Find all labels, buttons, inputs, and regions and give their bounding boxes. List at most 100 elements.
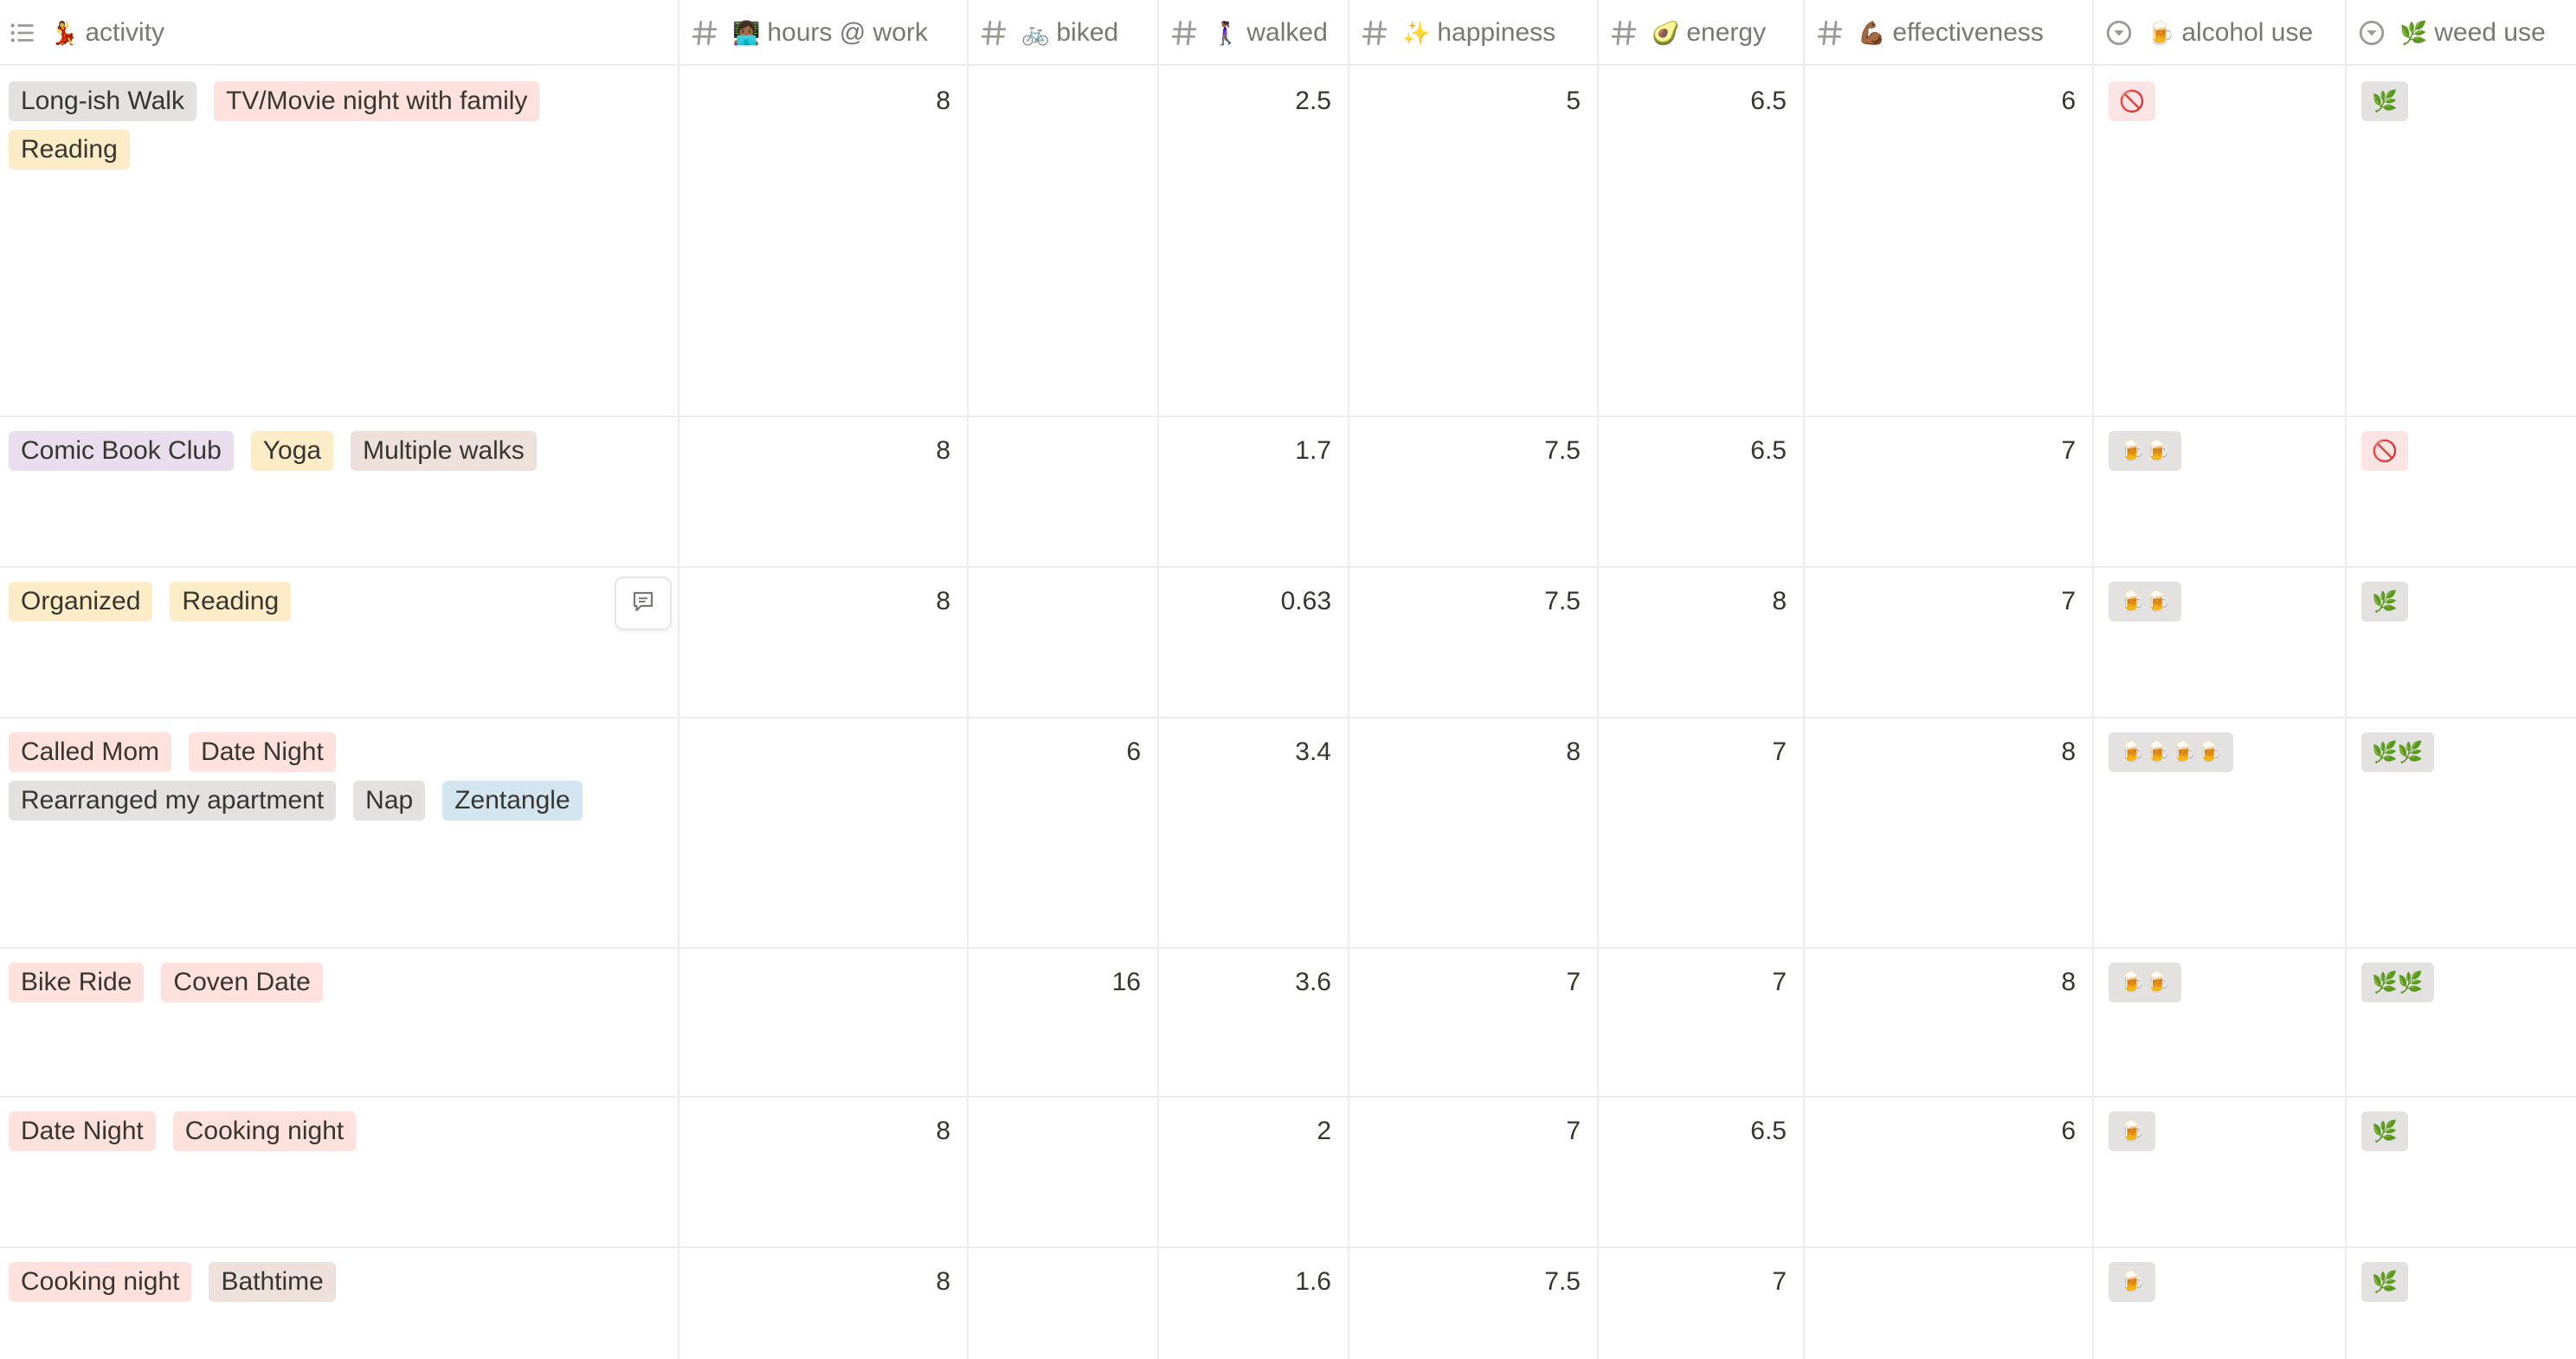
activity-tag: Date Night <box>189 732 336 772</box>
activity-cell[interactable]: Organized Reading <box>0 568 679 717</box>
table-row[interactable]: Called Mom Date Night Rearranged my apartm… <box>0 718 2576 949</box>
alcohol-cell[interactable]: 🍺🍺 <box>2093 568 2346 717</box>
work-cell[interactable]: 8 <box>679 417 968 566</box>
column-header-effectiveness[interactable]: 💪🏾 effectiveness <box>1804 0 2093 66</box>
alcohol-option: 🍺🍺 <box>2109 963 2181 1002</box>
weed-cell[interactable]: 🌿🌿 <box>2346 949 2576 1096</box>
energy-cell[interactable]: 8 <box>1598 568 1804 717</box>
happiness-cell[interactable]: 7.5 <box>1349 568 1598 717</box>
energy-cell[interactable]: 6.5 <box>1598 1098 1804 1246</box>
table-row[interactable]: Long-ish Walk TV/Movie night with family R… <box>0 68 2576 417</box>
table-row[interactable]: Date Night Cooking night 8 2 7 6.5 6 🍺 🌿 <box>0 1098 2576 1248</box>
activity-cell[interactable]: Comic Book Club Yoga Multiple walks <box>0 417 679 566</box>
column-header-work[interactable]: 👩🏾‍💻 hours @ work <box>679 0 968 66</box>
column-emoji: 🌿 <box>2399 19 2428 46</box>
effectiveness-cell[interactable]: 8 <box>1804 949 2093 1096</box>
table-row[interactable]: Comic Book Club Yoga Multiple walks 8 1.7 7.5… <box>0 417 2576 568</box>
energy-cell[interactable]: 6.5 <box>1598 417 1804 566</box>
weed-cell[interactable]: 🌿 <box>2346 568 2576 717</box>
alcohol-cell[interactable]: 🍺🍺🍺🍺 <box>2093 718 2346 947</box>
table-row[interactable]: Cooking night Bathtime 8 1.6 7.5 7 🍺 🌿 <box>0 1248 2576 1359</box>
biked-cell[interactable] <box>968 568 1158 717</box>
happiness-cell[interactable]: 7 <box>1349 949 1598 1096</box>
alcohol-cell[interactable]: 🚫 <box>2093 68 2346 415</box>
biked-cell[interactable]: 16 <box>968 949 1158 1096</box>
activity-tag: Nap <box>353 781 426 821</box>
alcohol-option: 🍺🍺 <box>2109 582 2181 622</box>
biked-cell[interactable] <box>968 1098 1158 1246</box>
alcohol-option: 🚫 <box>2109 81 2155 121</box>
column-header-activity[interactable]: 💃 activity <box>0 0 679 66</box>
biked-cell[interactable] <box>968 68 1158 415</box>
energy-cell[interactable]: 7 <box>1598 949 1804 1096</box>
weed-cell[interactable]: 🌿 <box>2346 68 2576 415</box>
activity-tag: Bike Ride <box>9 963 145 1002</box>
activity-cell[interactable]: Bike Ride Coven Date <box>0 949 679 1096</box>
activity-tag: TV/Movie night with family <box>213 81 540 121</box>
energy-cell[interactable]: 7 <box>1598 718 1804 947</box>
happiness-cell[interactable]: 7.5 <box>1349 1248 1598 1359</box>
effectiveness-cell[interactable]: 6 <box>1804 68 2093 415</box>
biked-cell[interactable] <box>968 417 1158 566</box>
alcohol-cell[interactable]: 🍺 <box>2093 1248 2346 1359</box>
column-header-walked[interactable]: 🚶🏾‍♀️ walked <box>1158 0 1349 66</box>
weed-option: 🌿🌿 <box>2361 732 2434 772</box>
table-header: 💃 activity 👩🏾‍💻 hours @ work 🚲 biked 🚶🏾‍♀️ walk… <box>0 0 2576 66</box>
activity-tag: Multiple walks <box>351 431 537 471</box>
energy-cell[interactable]: 6.5 <box>1598 68 1804 415</box>
effectiveness-cell[interactable]: 7 <box>1804 568 2093 717</box>
column-divider <box>1157 0 1159 1359</box>
walked-cell[interactable]: 3.4 <box>1158 718 1349 947</box>
hash-icon <box>1359 17 1390 48</box>
effectiveness-cell[interactable]: 6 <box>1804 1098 2093 1246</box>
work-cell[interactable]: 8 <box>679 1248 968 1359</box>
walked-cell[interactable]: 1.7 <box>1158 417 1349 566</box>
column-header-energy[interactable]: 🥑 energy <box>1598 0 1804 66</box>
biked-cell[interactable] <box>968 1248 1158 1359</box>
activity-cell[interactable]: Date Night Cooking night <box>0 1098 679 1246</box>
weed-cell[interactable]: 🌿 <box>2346 1248 2576 1359</box>
walked-cell[interactable]: 2 <box>1158 1098 1349 1246</box>
select-icon <box>2103 17 2135 48</box>
biked-cell[interactable]: 6 <box>968 718 1158 947</box>
table-row[interactable]: Bike Ride Coven Date 16 3.6 7 7 8 🍺🍺 🌿🌿 <box>0 949 2576 1098</box>
walked-cell[interactable]: 3.6 <box>1158 949 1349 1096</box>
column-header-biked[interactable]: 🚲 biked <box>968 0 1158 66</box>
work-cell[interactable]: 8 <box>679 568 968 717</box>
happiness-cell[interactable]: 5 <box>1349 68 1598 415</box>
activity-cell[interactable]: Long-ish Walk TV/Movie night with family R… <box>0 68 679 415</box>
work-cell[interactable] <box>679 949 968 1096</box>
database-table: 💃 activity 👩🏾‍💻 hours @ work 🚲 biked 🚶🏾‍♀️ walk… <box>0 0 2576 1359</box>
effectiveness-cell[interactable]: 7 <box>1804 417 2093 566</box>
work-cell[interactable]: 8 <box>679 68 968 415</box>
column-header-happiness[interactable]: ✨ happiness <box>1349 0 1598 66</box>
column-header-weed[interactable]: 🌿 weed use <box>2346 0 2576 66</box>
column-divider <box>678 0 679 1359</box>
happiness-cell[interactable]: 7 <box>1349 1098 1598 1246</box>
walked-cell[interactable]: 1.6 <box>1158 1248 1349 1359</box>
energy-cell[interactable]: 7 <box>1598 1248 1804 1359</box>
weed-cell[interactable]: 🌿 <box>2346 1098 2576 1246</box>
effectiveness-cell[interactable]: 8 <box>1804 718 2093 947</box>
column-divider <box>2092 0 2094 1359</box>
alcohol-option: 🍺🍺🍺🍺 <box>2109 732 2233 772</box>
work-cell[interactable]: 8 <box>679 1098 968 1246</box>
happiness-cell[interactable]: 8 <box>1349 718 1598 947</box>
walked-cell[interactable]: 0.63 <box>1158 568 1349 717</box>
walked-cell[interactable]: 2.5 <box>1158 68 1349 415</box>
happiness-cell[interactable]: 7.5 <box>1349 417 1598 566</box>
table-row[interactable]: Organized Reading 8 0.63 7.5 8 7 🍺🍺 🌿 <box>0 568 2576 718</box>
alcohol-cell[interactable]: 🍺 <box>2093 1098 2346 1246</box>
comment-button[interactable] <box>615 576 672 630</box>
activity-cell[interactable]: Called Mom Date Night Rearranged my apartm… <box>0 718 679 947</box>
column-header-alcohol[interactable]: 🍺 alcohol use <box>2093 0 2346 66</box>
activity-cell[interactable]: Cooking night Bathtime <box>0 1248 679 1359</box>
weed-cell[interactable]: 🚫 <box>2346 417 2576 566</box>
effectiveness-cell[interactable] <box>1804 1248 2093 1359</box>
alcohol-cell[interactable]: 🍺🍺 <box>2093 417 2346 566</box>
column-emoji: 💃 <box>50 19 79 46</box>
weed-cell[interactable]: 🌿🌿 <box>2346 718 2576 947</box>
alcohol-cell[interactable]: 🍺🍺 <box>2093 949 2346 1096</box>
weed-option: 🌿🌿 <box>2361 963 2434 1002</box>
work-cell[interactable] <box>679 718 968 947</box>
